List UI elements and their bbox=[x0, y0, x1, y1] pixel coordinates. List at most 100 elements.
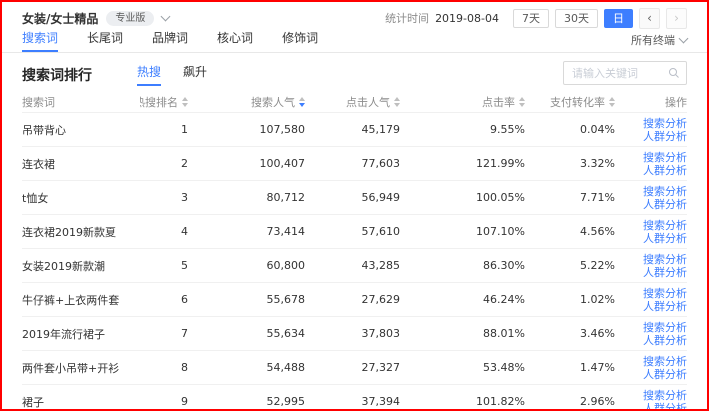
action-links: 搜索分析人群分析 bbox=[615, 253, 687, 279]
keyword-cell[interactable]: 连衣裙2019新款夏 bbox=[22, 224, 140, 240]
action-link-搜索分析[interactable]: 搜索分析 bbox=[643, 287, 687, 300]
action-link-搜索分析[interactable]: 搜索分析 bbox=[643, 219, 687, 232]
terminal-filter-dropdown[interactable]: 所有终端 bbox=[631, 32, 687, 52]
keyword-cell[interactable]: 吊带背心 bbox=[22, 122, 140, 138]
column-header-点击人气[interactable]: 点击人气 bbox=[305, 94, 400, 110]
top-bar: 女装/女士精品 专业版 统计时间 2019-08-04 7天30天日 ‹ › bbox=[2, 2, 707, 31]
column-header-点击率[interactable]: 点击率 bbox=[400, 94, 525, 110]
keyword-cell[interactable]: 裙子 bbox=[22, 394, 140, 410]
rank-cell: 8 bbox=[140, 361, 188, 374]
range-button-30天[interactable]: 30天 bbox=[555, 9, 598, 28]
click-popularity-cell: 56,949 bbox=[305, 191, 400, 204]
date-controls: 统计时间 2019-08-04 7天30天日 ‹ › bbox=[385, 8, 687, 29]
rank-cell: 5 bbox=[140, 259, 188, 272]
section-header: 搜索词排行 热搜飙升 bbox=[2, 53, 707, 92]
nav-tab-品牌词[interactable]: 品牌词 bbox=[152, 29, 188, 52]
range-button-7天[interactable]: 7天 bbox=[513, 9, 549, 28]
keyword-cell[interactable]: 牛仔裤+上衣两件套 bbox=[22, 292, 140, 308]
subtab-热搜[interactable]: 热搜 bbox=[137, 63, 161, 86]
action-link-人群分析[interactable]: 人群分析 bbox=[643, 402, 687, 411]
action-link-搜索分析[interactable]: 搜索分析 bbox=[643, 185, 687, 198]
click-rate-cell: 88.01% bbox=[400, 327, 525, 340]
action-link-搜索分析[interactable]: 搜索分析 bbox=[643, 321, 687, 334]
action-links: 搜索分析人群分析 bbox=[615, 389, 687, 411]
search-popularity-cell: 55,678 bbox=[188, 293, 305, 306]
pay-conversion-cell: 1.47% bbox=[525, 361, 615, 374]
keyword-cell[interactable]: 2019年流行裙子 bbox=[22, 326, 140, 342]
click-rate-cell: 121.99% bbox=[400, 157, 525, 170]
version-badge: 专业版 bbox=[106, 11, 154, 26]
action-links: 搜索分析人群分析 bbox=[615, 219, 687, 245]
keyword-cell[interactable]: t恤女 bbox=[22, 190, 140, 206]
table-row: 连衣裙2019新款夏 4 73,414 57,610 107.10% 4.56%… bbox=[22, 215, 687, 249]
table-row: 吊带背心 1 107,580 45,179 9.55% 0.04% 搜索分析人群… bbox=[22, 113, 687, 147]
action-links: 搜索分析人群分析 bbox=[615, 287, 687, 313]
action-link-搜索分析[interactable]: 搜索分析 bbox=[643, 253, 687, 266]
action-link-人群分析[interactable]: 人群分析 bbox=[643, 300, 687, 313]
click-rate-cell: 107.10% bbox=[400, 225, 525, 238]
keyword-cell[interactable]: 女装2019新款潮 bbox=[22, 258, 140, 274]
nav-tab-修饰词[interactable]: 修饰词 bbox=[282, 29, 318, 52]
column-header-操作: 操作 bbox=[615, 94, 687, 110]
click-rate-cell: 86.30% bbox=[400, 259, 525, 272]
column-header-搜索人气[interactable]: 搜索人气 bbox=[188, 94, 305, 110]
search-popularity-cell: 52,995 bbox=[188, 395, 305, 408]
stat-time-label: 统计时间 bbox=[385, 10, 429, 26]
column-header-支付转化率[interactable]: 支付转化率 bbox=[525, 94, 615, 110]
search-popularity-cell: 107,580 bbox=[188, 123, 305, 136]
category-selector[interactable]: 女装/女士精品 专业版 bbox=[22, 10, 169, 27]
chevron-down-icon bbox=[679, 34, 689, 44]
category-title: 女装/女士精品 bbox=[22, 10, 98, 27]
action-links: 搜索分析人群分析 bbox=[615, 321, 687, 347]
action-links: 搜索分析人群分析 bbox=[615, 355, 687, 381]
click-popularity-cell: 43,285 bbox=[305, 259, 400, 272]
keyword-search-input[interactable] bbox=[564, 67, 668, 80]
next-page-button[interactable]: › bbox=[666, 8, 687, 29]
section-title: 搜索词排行 bbox=[22, 65, 92, 85]
action-links: 搜索分析人群分析 bbox=[615, 151, 687, 177]
search-icon[interactable] bbox=[668, 67, 686, 79]
action-link-人群分析[interactable]: 人群分析 bbox=[643, 198, 687, 211]
search-popularity-cell: 100,407 bbox=[188, 157, 305, 170]
action-link-人群分析[interactable]: 人群分析 bbox=[643, 266, 687, 279]
action-link-搜索分析[interactable]: 搜索分析 bbox=[643, 355, 687, 368]
nav-tab-搜索词[interactable]: 搜索词 bbox=[22, 29, 58, 52]
table-row: 连衣裙 2 100,407 77,603 121.99% 3.32% 搜索分析人… bbox=[22, 147, 687, 181]
action-link-人群分析[interactable]: 人群分析 bbox=[643, 334, 687, 347]
keyword-cell[interactable]: 两件套小吊带+开衫 bbox=[22, 360, 140, 376]
pay-conversion-cell: 3.32% bbox=[525, 157, 615, 170]
keyword-cell[interactable]: 连衣裙 bbox=[22, 156, 140, 172]
pay-conversion-cell: 3.46% bbox=[525, 327, 615, 340]
click-rate-cell: 53.48% bbox=[400, 361, 525, 374]
prev-page-button[interactable]: ‹ bbox=[639, 8, 660, 29]
click-popularity-cell: 37,394 bbox=[305, 395, 400, 408]
action-links: 搜索分析人群分析 bbox=[615, 185, 687, 211]
action-link-搜索分析[interactable]: 搜索分析 bbox=[643, 151, 687, 164]
action-link-人群分析[interactable]: 人群分析 bbox=[643, 164, 687, 177]
nav-tab-bar: 搜索词 长尾词 品牌词 核心词 修饰词 所有终端 bbox=[2, 31, 707, 53]
nav-tab-核心词[interactable]: 核心词 bbox=[217, 29, 253, 52]
action-link-搜索分析[interactable]: 搜索分析 bbox=[643, 389, 687, 402]
rank-cell: 7 bbox=[140, 327, 188, 340]
nav-tab-长尾词[interactable]: 长尾词 bbox=[87, 29, 123, 52]
action-link-搜索分析[interactable]: 搜索分析 bbox=[643, 117, 687, 130]
search-popularity-cell: 80,712 bbox=[188, 191, 305, 204]
rank-cell: 9 bbox=[140, 395, 188, 408]
action-link-人群分析[interactable]: 人群分析 bbox=[643, 130, 687, 143]
action-link-人群分析[interactable]: 人群分析 bbox=[643, 368, 687, 381]
pay-conversion-cell: 1.02% bbox=[525, 293, 615, 306]
action-link-人群分析[interactable]: 人群分析 bbox=[643, 232, 687, 245]
pay-conversion-cell: 4.56% bbox=[525, 225, 615, 238]
rank-cell: 4 bbox=[140, 225, 188, 238]
action-links: 搜索分析人群分析 bbox=[615, 117, 687, 143]
subtab-飙升[interactable]: 飙升 bbox=[183, 63, 207, 86]
search-popularity-cell: 55,634 bbox=[188, 327, 305, 340]
pay-conversion-cell: 7.71% bbox=[525, 191, 615, 204]
chevron-down-icon[interactable] bbox=[161, 12, 171, 22]
click-popularity-cell: 27,629 bbox=[305, 293, 400, 306]
search-popularity-cell: 60,800 bbox=[188, 259, 305, 272]
column-header-热搜排名[interactable]: 热搜排名 bbox=[140, 94, 188, 110]
click-popularity-cell: 77,603 bbox=[305, 157, 400, 170]
range-button-日[interactable]: 日 bbox=[604, 9, 633, 28]
click-rate-cell: 100.05% bbox=[400, 191, 525, 204]
